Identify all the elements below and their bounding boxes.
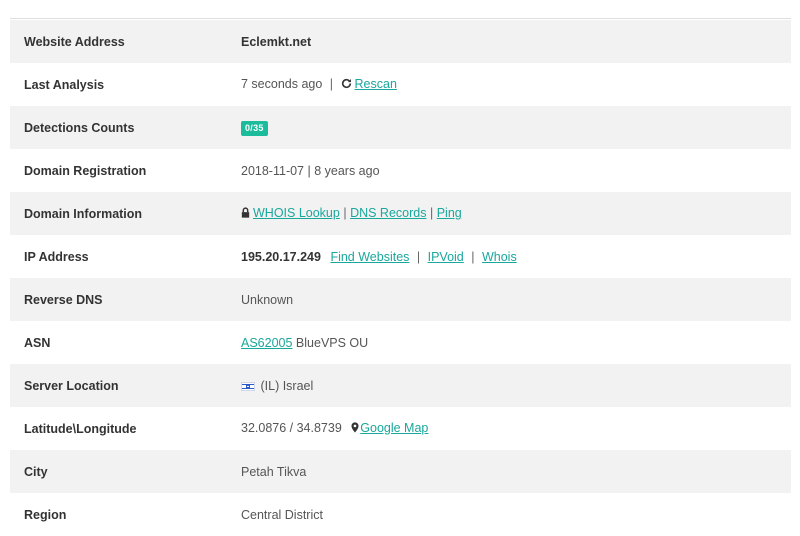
whois-lookup-link[interactable]: WHOIS Lookup	[253, 206, 340, 220]
row-label: Domain Registration	[24, 163, 147, 178]
whois-link[interactable]: Whois	[482, 250, 517, 264]
table-row-registration: Domain Registration 2018-11-07 | 8 years…	[10, 149, 791, 192]
refresh-icon[interactable]	[341, 78, 352, 92]
reverse-dns-value: Unknown	[241, 278, 791, 321]
table-row-reverse-dns: Reverse DNS Unknown	[10, 278, 791, 321]
row-label: ASN	[24, 335, 51, 350]
israel-flag-icon	[241, 381, 255, 391]
separator: |	[429, 206, 434, 220]
table-row-server-location: Server Location (IL) Israel	[10, 364, 791, 407]
separator: |	[343, 206, 347, 220]
row-label: Region	[24, 507, 67, 522]
separator: |	[471, 249, 475, 264]
row-label: City	[10, 450, 241, 493]
website-address-value: Eclemkt.net	[241, 34, 312, 49]
separator: |	[329, 77, 334, 91]
domain-info-table: Website Address Eclemkt.net Last Analysi…	[10, 20, 791, 536]
row-label: Detections Counts	[10, 106, 241, 149]
find-websites-link[interactable]: Find Websites	[330, 250, 409, 264]
ipvoid-link[interactable]: IPVoid	[428, 250, 464, 264]
row-label: Last Analysis	[24, 77, 105, 92]
detections-badge: 0/35	[241, 120, 268, 136]
rescan-link[interactable]: Rescan	[355, 77, 397, 91]
top-divider	[10, 18, 791, 19]
table-row-domain-info: Domain Information WHOIS Lookup | DNS Re…	[10, 192, 791, 235]
last-analysis-value: 7 seconds ago	[241, 77, 323, 91]
row-label: Reverse DNS	[10, 278, 241, 321]
region-value: Central District	[241, 507, 323, 522]
city-value: Petah Tikva	[241, 450, 791, 493]
asn-link[interactable]: AS62005	[241, 336, 292, 350]
table-row-asn: ASN AS62005 BlueVPS OU	[10, 321, 791, 364]
row-label: Domain Information	[10, 192, 241, 235]
ip-address-value: 195.20.17.249	[241, 249, 321, 264]
google-map-link[interactable]: Google Map	[360, 421, 428, 435]
separator: |	[416, 249, 421, 264]
latlon-value: 32.0876 / 34.8739	[241, 421, 342, 435]
table-row-website: Website Address Eclemkt.net	[10, 20, 791, 63]
lock-icon	[241, 207, 250, 221]
table-row-ip: IP Address 195.20.17.249 Find Websites |…	[10, 235, 791, 278]
registration-value: 2018-11-07 | 8 years ago	[241, 163, 380, 178]
asn-provider: BlueVPS OU	[295, 335, 369, 350]
row-label: Server Location	[10, 364, 241, 407]
map-marker-icon	[351, 422, 359, 436]
row-label: Latitude\Longitude	[24, 421, 137, 436]
server-location-value: (IL) Israel	[260, 378, 314, 393]
row-label: Website Address	[10, 20, 241, 63]
table-row-detections: Detections Counts 0/35	[10, 106, 791, 149]
ping-link[interactable]: Ping	[437, 206, 462, 220]
dns-records-link[interactable]: DNS Records	[350, 206, 426, 220]
table-row-region: Region Central District	[10, 493, 791, 536]
table-row-last-analysis: Last Analysis 7 seconds ago | Rescan	[10, 63, 791, 106]
table-row-latlon: Latitude\Longitude 32.0876 / 34.8739 Goo…	[10, 407, 791, 450]
row-label: IP Address	[24, 249, 89, 264]
table-row-city: City Petah Tikva	[10, 450, 791, 493]
